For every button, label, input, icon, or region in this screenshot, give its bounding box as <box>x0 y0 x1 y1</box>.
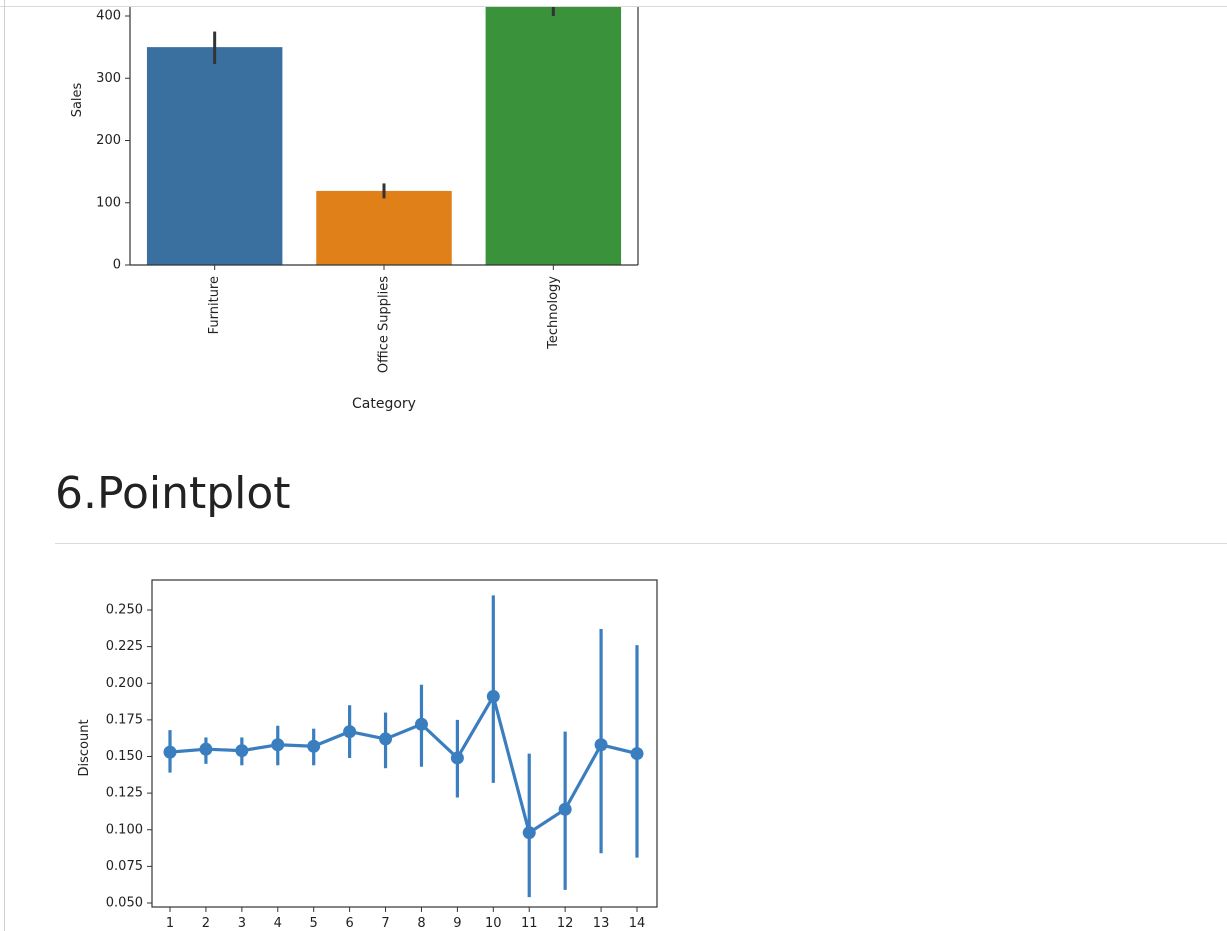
bar-office-supplies <box>316 190 452 265</box>
bar-x-axis-label: Category <box>352 396 416 412</box>
point-marker <box>379 732 393 746</box>
point-marker <box>199 742 213 756</box>
point-x-tick-label: 1 <box>166 916 174 931</box>
point-x-tick-label: 11 <box>521 916 538 931</box>
bar-chart: Furniture Office Supplies Technology 0 100 20… <box>70 7 639 412</box>
bar-technology <box>485 7 622 265</box>
point-x-tick-label: 13 <box>593 916 610 931</box>
point-y-tick-label: 0.225 <box>106 639 143 654</box>
point-x-tick-label: 8 <box>417 916 425 931</box>
point-marker <box>235 744 249 758</box>
point-y-tick-label: 0.100 <box>106 822 143 837</box>
point-x-tick-label: 5 <box>310 916 318 931</box>
point-marker <box>486 689 500 703</box>
point-y-tick-label: 0.075 <box>106 859 143 874</box>
point-x-tick-label: 9 <box>453 916 461 931</box>
point-y-tick-label: 0.050 <box>106 896 143 911</box>
bar-x-tick-label: Office Supplies <box>377 276 392 373</box>
bar-y-tick-label: 300 <box>96 71 121 86</box>
point-marker <box>594 738 608 752</box>
point-marker <box>343 725 357 739</box>
bar-plot-area <box>146 7 622 265</box>
point-y-tick-label: 0.200 <box>106 676 143 691</box>
point-plot-area <box>163 595 644 898</box>
bar-y-tick-label: 200 <box>96 133 121 148</box>
section-heading: 6.Pointplot <box>55 468 291 519</box>
point-y-tick-label: 0.125 <box>106 786 143 801</box>
bar-y-axis-label: Sales <box>70 82 85 117</box>
bar-y-tick-label: 100 <box>96 195 121 210</box>
point-marker <box>558 802 572 816</box>
point-marker <box>450 751 464 765</box>
point-marker <box>307 739 321 753</box>
point-marker <box>414 717 428 731</box>
point-x-tick-label: 6 <box>345 916 353 931</box>
point-y-tick-label: 0.175 <box>106 712 143 727</box>
bar-furniture <box>146 47 283 265</box>
point-marker <box>163 745 177 759</box>
point-marker <box>630 747 644 761</box>
point-marker <box>271 738 285 752</box>
point-x-tick-label: 3 <box>238 916 246 931</box>
bar-y-tick-label: 0 <box>113 258 121 273</box>
point-y-tick-label: 0.150 <box>106 749 143 764</box>
point-x-tick-label: 14 <box>629 916 646 931</box>
point-x-tick-label: 10 <box>485 916 502 931</box>
point-y-tick-label: 0.250 <box>106 603 143 618</box>
point-y-axis-label: Discount <box>77 719 92 776</box>
bar-y-tick-label: 400 <box>96 9 121 24</box>
bar-x-tick-label: Furniture <box>207 276 222 334</box>
point-x-tick-label: 2 <box>202 916 210 931</box>
bar-x-tick-label: Technology <box>546 276 561 350</box>
point-plot: 0.050 0.075 0.100 0.125 0.150 0.175 0.200 0.225… <box>77 579 658 931</box>
point-x-tick-label: 7 <box>381 916 389 931</box>
point-x-tick-label: 4 <box>274 916 282 931</box>
point-x-tick-label: 12 <box>557 916 574 931</box>
point-marker <box>522 826 536 840</box>
point-frame <box>151 579 658 908</box>
